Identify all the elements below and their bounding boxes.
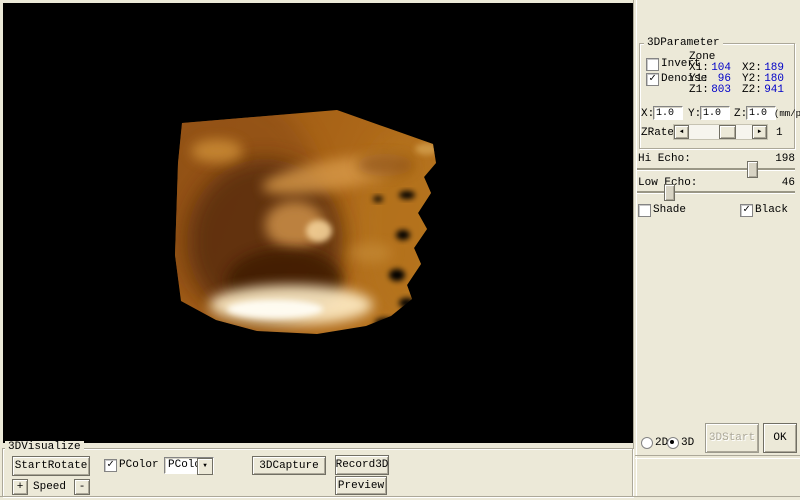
start3d-button[interactable]: 3DStart [705, 423, 759, 453]
ok-button[interactable]: OK [763, 423, 797, 453]
check-icon: ✓ [649, 73, 656, 85]
window-bottom-border [0, 496, 800, 497]
panel-divider [633, 0, 637, 497]
radio-dot-icon [670, 440, 674, 444]
zrate-scrollbar[interactable]: ◄ ► [673, 124, 768, 140]
mode-3d-label: 3D [681, 437, 694, 449]
zone-z1-value: 803 [705, 84, 731, 96]
zrate-scroll-thumb[interactable] [719, 125, 736, 139]
preview-button[interactable]: Preview [335, 476, 387, 495]
low-echo-slider-track[interactable] [637, 191, 795, 194]
hi-echo-label: Hi Echo: [638, 153, 691, 165]
ultrasound-viewport[interactable] [3, 3, 633, 443]
invert-checkbox[interactable] [646, 58, 659, 71]
pcolor-label: PColor [119, 459, 159, 471]
start-rotate-button[interactable]: StartRotate [12, 456, 90, 476]
record-button[interactable]: Record3D [335, 455, 389, 475]
visualize-group-title: 3DVisualize [5, 441, 84, 453]
capture-button[interactable]: 3DCapture [252, 456, 326, 475]
parameter-group-title: 3DParameter [644, 37, 723, 49]
speed-minus-button[interactable]: - [74, 479, 90, 495]
speed-label: Speed [33, 481, 66, 493]
dropdown-arrow-icon[interactable]: ▼ [197, 458, 213, 475]
scale-x-input[interactable] [653, 106, 683, 120]
shade-checkbox[interactable] [638, 204, 651, 217]
mode-2d-radio[interactable] [641, 437, 653, 449]
scale-z-input[interactable] [746, 106, 776, 120]
shade-label: Shade [653, 204, 686, 216]
ultrasound-image [3, 3, 633, 443]
speed-plus-button[interactable]: + [12, 479, 28, 495]
right-panel-separator [635, 455, 800, 459]
denoise-checkbox[interactable]: ✓ [646, 73, 659, 86]
scale-unit-label: (mm/p) [774, 108, 800, 120]
zrate-scroll-left-icon[interactable]: ◄ [674, 125, 689, 139]
hi-echo-slider-track[interactable] [637, 168, 795, 171]
mode-3d-radio[interactable] [667, 437, 679, 449]
black-checkbox[interactable]: ✓ [740, 204, 753, 217]
low-echo-value: 46 [765, 177, 795, 189]
app-window: 3DParameter Invert ✓ Denoise Zone X1: 10… [0, 0, 800, 500]
zrate-value: 1 [776, 127, 783, 139]
zrate-scroll-right-icon[interactable]: ► [752, 125, 767, 139]
pcolor-dropdown[interactable]: PColor ▼ [164, 457, 214, 474]
zrate-label: ZRate [641, 127, 674, 139]
hi-echo-slider-thumb[interactable] [747, 161, 758, 178]
scale-y-input[interactable] [700, 106, 730, 120]
pcolor-checkbox[interactable]: ✓ [104, 459, 117, 472]
check-icon: ✓ [107, 459, 114, 471]
low-echo-slider-thumb[interactable] [664, 184, 675, 201]
check-icon: ✓ [743, 204, 750, 216]
black-label: Black [755, 204, 788, 216]
hi-echo-value: 198 [765, 153, 795, 165]
zone-z2-value: 941 [758, 84, 784, 96]
